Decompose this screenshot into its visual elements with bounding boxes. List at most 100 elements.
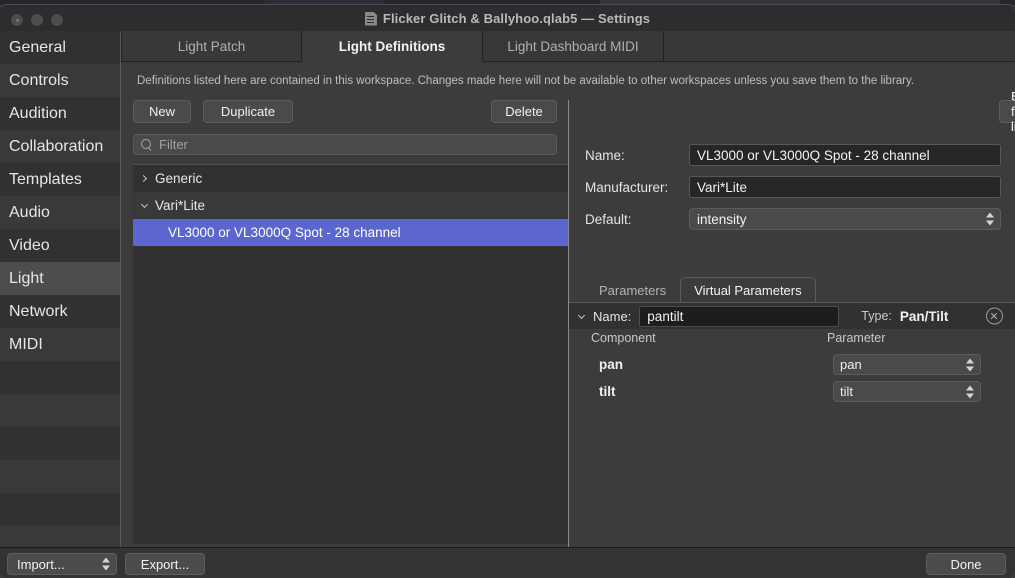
table-row: tilt tilt xyxy=(569,378,1015,405)
virtual-parameter-header: Name: pantilt Type: Pan/Tilt xyxy=(569,303,1015,329)
tree-row-varilite[interactable]: Vari*Lite xyxy=(133,192,568,219)
table-row: pan pan xyxy=(569,351,1015,378)
sidebar-item-midi[interactable]: MIDI xyxy=(0,328,120,361)
tree-row-label: VL3000 or VL3000Q Spot - 28 channel xyxy=(133,225,401,240)
virtual-parameter-type-label: Type: xyxy=(861,309,892,323)
sidebar-filler-row xyxy=(0,526,120,547)
chevron-down-icon[interactable] xyxy=(569,315,593,318)
title-container: Flicker Glitch & Ballyhoo.qlab5 — Settin… xyxy=(0,5,1015,32)
tree-row-generic[interactable]: Generic xyxy=(133,165,568,192)
manufacturer-field-row: Manufacturer: Vari*Lite xyxy=(585,176,1009,198)
update-from-library-button[interactable]: Update from library xyxy=(999,100,1015,123)
sidebar-item-label: Collaboration xyxy=(9,138,103,156)
tab-label: Light Patch xyxy=(178,39,246,54)
definitions-list-pane: New Duplicate Delete Filter Generic xyxy=(121,100,568,547)
sidebar-filler-row xyxy=(0,493,120,526)
sidebar-item-label: General xyxy=(9,39,66,57)
done-button-label: Done xyxy=(950,557,981,572)
stepper-icon xyxy=(966,384,975,399)
default-field-row: Default: intensity xyxy=(585,208,1009,230)
tab-light-patch[interactable]: Light Patch xyxy=(121,31,302,62)
parameter-select-value: pan xyxy=(840,357,862,372)
import-button[interactable]: Import... xyxy=(7,553,117,575)
subtab-label: Virtual Parameters xyxy=(694,283,801,298)
tree-row-label: Generic xyxy=(155,171,202,186)
default-field-label: Default: xyxy=(585,212,689,227)
sidebar-item-label: MIDI xyxy=(9,336,43,354)
component-column-header: Component xyxy=(591,331,656,345)
subtab-label: Parameters xyxy=(599,283,666,298)
subtab-virtual-parameters[interactable]: Virtual Parameters xyxy=(680,277,815,303)
light-definitions-pane: Definitions listed here are contained in… xyxy=(121,62,1015,547)
virtual-parameter-name-field[interactable]: pantilt xyxy=(639,306,839,327)
parameter-subtabs: Parameters Virtual Parameters xyxy=(585,276,1015,303)
close-circle-icon[interactable] xyxy=(986,308,1003,325)
default-parameter-select[interactable]: intensity xyxy=(689,208,1001,230)
sidebar-item-label: Audio xyxy=(9,204,50,222)
new-button[interactable]: New xyxy=(133,100,191,123)
sidebar-item-general[interactable]: General xyxy=(0,31,120,64)
delete-button-label: Delete xyxy=(505,104,543,119)
delete-button[interactable]: Delete xyxy=(491,100,557,123)
tree-row-label: Vari*Lite xyxy=(155,198,205,213)
sidebar-filler-row xyxy=(0,394,120,427)
default-select-value: intensity xyxy=(697,212,747,227)
sidebar-item-label: Audition xyxy=(9,105,67,123)
sidebar-item-network[interactable]: Network xyxy=(0,295,120,328)
parameter-column-header: Parameter xyxy=(827,331,885,345)
stepper-icon xyxy=(966,357,975,372)
window-title: Flicker Glitch & Ballyhoo.qlab5 — Settin… xyxy=(383,11,650,26)
virtual-parameter-type-value: Pan/Tilt xyxy=(900,309,949,324)
virtual-parameter-name-label: Name: xyxy=(593,309,631,324)
update-from-library-label: Update from library xyxy=(1011,89,1015,134)
sidebar-item-label: Light xyxy=(9,270,44,288)
settings-window: Flicker Glitch & Ballyhoo.qlab5 — Settin… xyxy=(0,0,1015,578)
sidebar-item-controls[interactable]: Controls xyxy=(0,64,120,97)
parameter-select-tilt[interactable]: tilt xyxy=(833,381,981,402)
tab-light-dashboard-midi[interactable]: Light Dashboard MIDI xyxy=(483,31,664,62)
duplicate-button-label: Duplicate xyxy=(221,104,275,119)
sidebar-filler-row xyxy=(0,361,120,394)
document-icon xyxy=(365,12,377,26)
sidebar-item-audio[interactable]: Audio xyxy=(0,196,120,229)
filter-input[interactable]: Filter xyxy=(133,134,557,155)
manufacturer-field[interactable]: Vari*Lite xyxy=(689,176,1001,198)
chevron-right-icon[interactable] xyxy=(133,176,155,181)
component-table-header: Component Parameter xyxy=(569,331,1015,351)
manufacturer-field-label: Manufacturer: xyxy=(585,180,689,195)
name-field[interactable]: VL3000 or VL3000Q Spot - 28 channel xyxy=(689,144,1001,166)
definition-actions: New Duplicate Delete xyxy=(133,100,557,124)
export-button[interactable]: Export... xyxy=(125,553,205,575)
export-button-label: Export... xyxy=(141,557,189,572)
done-button[interactable]: Done xyxy=(926,553,1006,575)
pane-description: Definitions listed here are contained in… xyxy=(137,75,999,87)
component-name: tilt xyxy=(599,384,616,399)
tab-light-definitions[interactable]: Light Definitions xyxy=(302,31,483,62)
sidebar-item-label: Network xyxy=(9,303,68,321)
stepper-icon xyxy=(986,212,995,227)
component-name: pan xyxy=(599,357,623,372)
new-button-label: New xyxy=(149,104,175,119)
name-field-row: Name: VL3000 or VL3000Q Spot - 28 channe… xyxy=(585,144,1009,166)
tree-row-vl3000[interactable]: VL3000 or VL3000Q Spot - 28 channel xyxy=(133,219,568,246)
parameter-select-pan[interactable]: pan xyxy=(833,354,981,375)
settings-sidebar[interactable]: General Controls Audition Collaboration … xyxy=(0,31,121,547)
sidebar-item-audition[interactable]: Audition xyxy=(0,97,120,130)
sidebar-item-video[interactable]: Video xyxy=(0,229,120,262)
stepper-icon xyxy=(102,557,111,572)
sidebar-item-templates[interactable]: Templates xyxy=(0,163,120,196)
subtab-parameters[interactable]: Parameters xyxy=(585,277,680,303)
duplicate-button[interactable]: Duplicate xyxy=(203,100,293,123)
chevron-down-icon[interactable] xyxy=(133,204,155,207)
sidebar-filler-row xyxy=(0,460,120,493)
component-table: Component Parameter pan pan tilt tilt xyxy=(569,329,1015,547)
tab-label: Light Definitions xyxy=(339,39,445,54)
search-icon xyxy=(141,139,152,150)
sidebar-item-label: Controls xyxy=(9,72,69,90)
import-button-label: Import... xyxy=(17,557,65,572)
sidebar-item-label: Video xyxy=(9,237,50,255)
sidebar-item-collaboration[interactable]: Collaboration xyxy=(0,130,120,163)
name-field-label: Name: xyxy=(585,148,689,163)
definitions-tree[interactable]: Generic Vari*Lite VL3000 or VL3000Q Spot… xyxy=(133,164,568,544)
sidebar-item-light[interactable]: Light xyxy=(0,262,120,295)
